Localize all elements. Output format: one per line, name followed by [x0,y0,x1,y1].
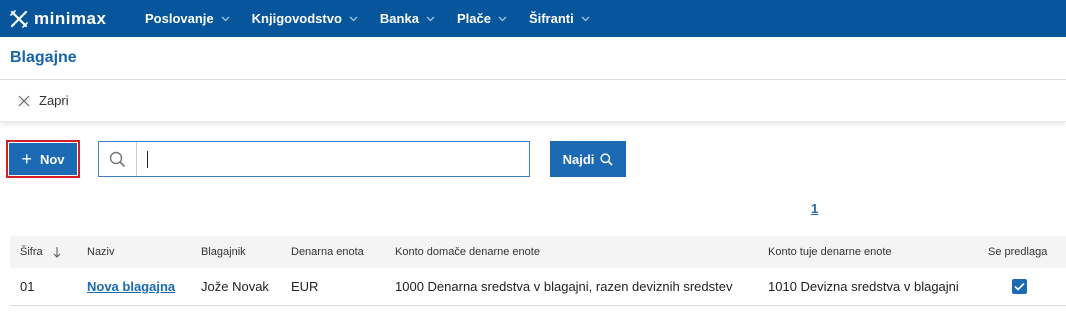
nav-item-label: Knjigovodstvo [251,11,342,26]
page-title: Blagajne [10,49,77,66]
text-caret [147,151,148,168]
checkmark-icon [1014,282,1025,291]
new-button[interactable]: + Nov [9,143,77,175]
find-button[interactable]: Najdi [550,141,626,177]
nav-item-label: Šifranti [528,11,574,26]
column-header-blagajnik[interactable]: Blagajnik [201,246,246,258]
chevron-down-icon [221,16,230,21]
table-row[interactable]: 01 Nova blagajna Jože Novak EUR 1000 Den… [10,268,1066,306]
pagination-page-1[interactable]: 1 [811,201,818,216]
cell-sifra: 01 [20,279,35,294]
column-header-se-predlaga[interactable]: Se predlaga [988,246,1047,258]
search-icon [600,152,613,166]
nav-item-poslovanje[interactable]: Poslovanje [145,11,230,26]
nav-item-place[interactable]: Plače [457,11,507,26]
cell-naziv-link[interactable]: Nova blagajna [87,279,175,294]
nav-item-banka[interactable]: Banka [380,11,435,26]
cell-konto-tuje: 1010 Devizna sredstva v blagajni [768,279,959,294]
nav-item-knjigovodstvo[interactable]: Knjigovodstvo [252,11,358,26]
brand-name: minimax [34,8,107,28]
chevron-down-icon [581,16,590,21]
nav-item-label: Plače [456,11,491,26]
chevron-down-icon [426,16,435,21]
se-predlaga-checkbox[interactable] [1012,279,1027,294]
nav-item-label: Banka [379,11,419,26]
nav-item-sifranti[interactable]: Šifranti [529,11,590,26]
chevron-down-icon [498,16,507,21]
cell-denarna-enota: EUR [291,279,319,294]
title-bar: Blagajne [0,37,1066,80]
search-icon-container [99,142,137,176]
column-header-label: Šifra [20,246,43,258]
find-button-label: Najdi [562,151,595,167]
cash-registers-table: Šifra Naziv Blagajnik Denarna enota Kont… [10,236,1066,306]
cell-konto-domace: 1000 Denarna sredstva v blagajni, razen … [395,279,733,294]
column-header-denarna-enota[interactable]: Denarna enota [291,246,364,258]
search-input[interactable] [137,142,529,176]
cell-blagajnik: Jože Novak [201,279,269,294]
new-button-highlight: + Nov [6,140,80,178]
column-header-konto-tuje[interactable]: Konto tuje denarne enote [768,246,892,258]
new-button-label: Nov [39,151,65,167]
cell-se-predlaga [1012,279,1027,294]
search-box [98,141,530,177]
close-button-label: Zapri [39,93,69,108]
sort-down-icon [53,246,60,258]
table-header: Šifra Naziv Blagajnik Denarna enota Kont… [10,236,1066,268]
brand-logo[interactable]: minimax [10,9,135,29]
close-icon [18,95,30,106]
column-header-konto-domace[interactable]: Konto domače denarne enote [395,246,540,258]
column-header-naziv[interactable]: Naziv [87,246,115,258]
close-button[interactable]: Zapri [18,93,69,108]
main-menu: Poslovanje Knjigovodstvo Banka Plače Šif… [145,11,612,26]
search-icon [109,151,126,167]
minimax-logo-icon [10,9,28,28]
column-header-sifra[interactable]: Šifra [20,246,61,258]
top-navigation: minimax Poslovanje Knjigovodstvo Banka P… [0,0,1066,37]
plus-icon: + [21,149,32,169]
nav-item-label: Poslovanje [145,11,214,26]
toolbar: Zapri [0,80,1066,122]
chevron-down-icon [349,16,358,21]
